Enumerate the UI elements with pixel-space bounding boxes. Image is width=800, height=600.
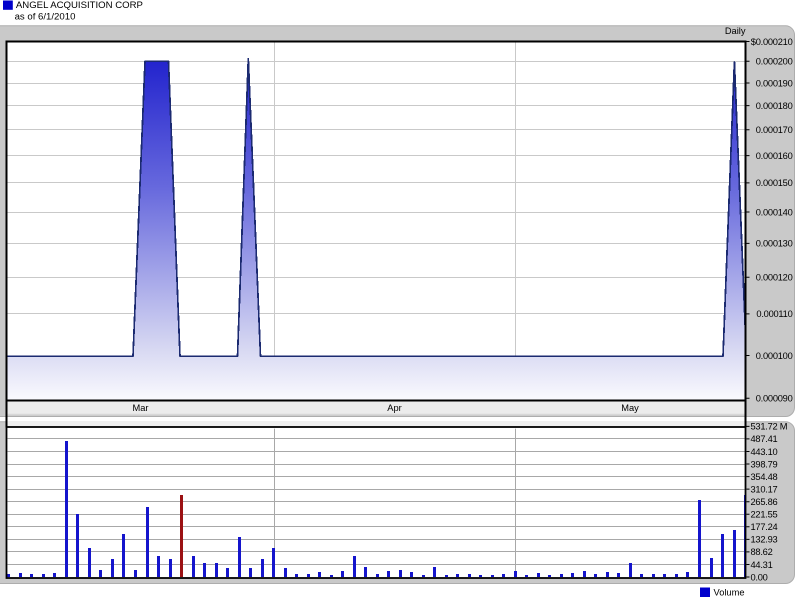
svg-text:398.79: 398.79 (751, 459, 778, 469)
svg-text:265.86: 265.86 (751, 497, 778, 507)
svg-text:0.000130: 0.000130 (756, 239, 793, 249)
svg-text:44.31: 44.31 (751, 560, 773, 570)
svg-text:132.93: 132.93 (751, 535, 778, 545)
svg-text:$0.000210: $0.000210 (751, 37, 793, 47)
svg-text:0.000200: 0.000200 (756, 57, 793, 67)
svg-text:0.000190: 0.000190 (756, 78, 793, 88)
svg-text:Daily: Daily (725, 26, 746, 36)
svg-text:0.000180: 0.000180 (756, 101, 793, 111)
svg-text:0.000120: 0.000120 (756, 273, 793, 283)
svg-text:0.000150: 0.000150 (756, 178, 793, 188)
svg-text:May: May (621, 403, 639, 413)
svg-text:531.72 M: 531.72 M (751, 422, 788, 432)
svg-text:221.55: 221.55 (751, 510, 778, 520)
svg-text:88.62: 88.62 (751, 547, 773, 557)
svg-text:354.48: 354.48 (751, 472, 778, 482)
svg-text:0.00: 0.00 (751, 572, 768, 582)
svg-text:0.000160: 0.000160 (756, 151, 793, 161)
svg-text:487.41: 487.41 (751, 434, 778, 444)
svg-text:177.24: 177.24 (751, 522, 778, 532)
svg-text:310.17: 310.17 (751, 484, 778, 494)
svg-text:0.000100: 0.000100 (756, 351, 793, 361)
svg-text:Volume: Volume (714, 587, 745, 597)
svg-text:Mar: Mar (132, 403, 148, 413)
svg-text:Apr: Apr (387, 403, 401, 413)
svg-text:0.000170: 0.000170 (756, 125, 793, 135)
svg-text:0.000140: 0.000140 (756, 207, 793, 217)
svg-text:0.000090: 0.000090 (756, 394, 793, 404)
svg-text:0.000110: 0.000110 (756, 309, 792, 319)
svg-text:443.10: 443.10 (751, 447, 778, 457)
svg-text:as of 6/1/2010: as of 6/1/2010 (15, 12, 76, 23)
svg-text:ANGEL ACQUISITION CORP: ANGEL ACQUISITION CORP (16, 0, 143, 11)
